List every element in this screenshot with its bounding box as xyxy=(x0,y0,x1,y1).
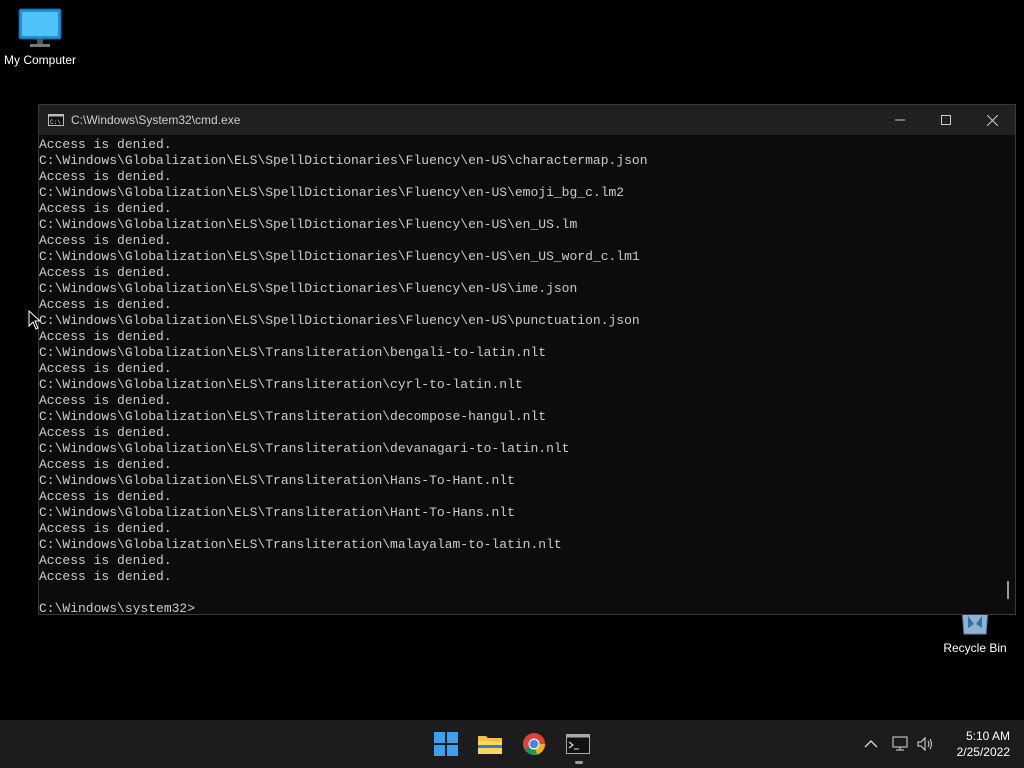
command-prompt-line: C:\Windows\system32> xyxy=(39,601,196,614)
console-line: C:\Windows\Globalization\ELS\SpellDictio… xyxy=(39,281,578,296)
volume-icon xyxy=(917,736,932,752)
close-button[interactable] xyxy=(969,105,1015,135)
svg-text:C:\: C:\ xyxy=(50,119,61,126)
console-line: C:\Windows\Globalization\ELS\Translitera… xyxy=(39,441,570,456)
console-line: Access is denied. xyxy=(39,425,172,440)
file-explorer-button[interactable] xyxy=(474,728,506,760)
taskbar: 5:10 AM 2/25/2022 xyxy=(0,720,1024,768)
console-line: C:\Windows\Globalization\ELS\Translitera… xyxy=(39,345,547,360)
chrome-button[interactable] xyxy=(518,728,550,760)
console-line: C:\Windows\Globalization\ELS\SpellDictio… xyxy=(39,249,640,264)
minimize-button[interactable] xyxy=(877,105,923,135)
console-line: C:\Windows\Globalization\ELS\Translitera… xyxy=(39,505,515,520)
console-line: Access is denied. xyxy=(39,201,172,216)
clock-time: 5:10 AM xyxy=(965,729,1010,743)
window-titlebar[interactable]: C:\ C:\Windows\System32\cmd.exe xyxy=(39,105,1015,135)
console-line: Access is denied. xyxy=(39,169,172,184)
chevron-up-icon xyxy=(864,740,878,748)
mouse-cursor-icon xyxy=(28,309,42,335)
console-line: Access is denied. xyxy=(39,393,172,408)
console-line: C:\Windows\Globalization\ELS\Translitera… xyxy=(39,537,562,552)
network-icon xyxy=(892,736,908,751)
close-icon xyxy=(986,114,998,126)
folder-icon xyxy=(478,736,502,754)
console-line: Access is denied. xyxy=(39,569,172,584)
chrome-icon xyxy=(523,733,545,756)
cmd-app-icon: C:\ xyxy=(48,114,64,126)
windows-logo-icon xyxy=(434,732,458,756)
console-line: Access is denied. xyxy=(39,329,172,344)
desktop-icon-label: Recycle Bin xyxy=(943,641,1007,655)
network-button[interactable] xyxy=(892,720,910,768)
console-line: C:\Windows\Globalization\ELS\Translitera… xyxy=(39,377,523,392)
console-line: C:\Windows\Globalization\ELS\SpellDictio… xyxy=(39,313,640,328)
clock-date: 2/25/2022 xyxy=(956,745,1010,759)
console-line: Access is denied. xyxy=(39,457,172,472)
terminal-icon xyxy=(566,734,590,754)
console-line: Access is denied. xyxy=(39,137,172,152)
console-line: C:\Windows\Globalization\ELS\SpellDictio… xyxy=(39,153,648,168)
volume-button[interactable] xyxy=(917,720,935,768)
maximize-button[interactable] xyxy=(923,105,969,135)
show-hidden-icons-button[interactable] xyxy=(864,720,878,768)
console-line: C:\Windows\Globalization\ELS\Translitera… xyxy=(39,409,547,424)
maximize-icon xyxy=(941,115,951,125)
console-output[interactable]: Access is denied. C:\Windows\Globalizatio… xyxy=(39,135,1001,614)
console-line: C:\Windows\Globalization\ELS\SpellDictio… xyxy=(39,217,578,232)
cmd-window[interactable]: C:\ C:\Windows\System32\cmd.exe Access i… xyxy=(38,104,1016,615)
vertical-scrollbar[interactable] xyxy=(1001,135,1015,614)
desktop-icon-my-computer[interactable]: My Computer xyxy=(0,8,80,67)
console-line: C:\Windows\Globalization\ELS\SpellDictio… xyxy=(39,185,625,200)
console-line: Access is denied. xyxy=(39,297,172,312)
console-line: Access is denied. xyxy=(39,521,172,536)
console-line: Access is denied. xyxy=(39,553,172,568)
console-line: C:\Windows\Globalization\ELS\Translitera… xyxy=(39,473,515,488)
console-line: Access is denied. xyxy=(39,361,172,376)
console-line: Access is denied. xyxy=(39,489,172,504)
desktop-icon-label: My Computer xyxy=(3,53,77,67)
scrollbar-thumb[interactable] xyxy=(1007,581,1009,599)
active-app-indicator xyxy=(575,761,583,764)
clock[interactable]: 5:10 AM 2/25/2022 xyxy=(957,728,1010,760)
minimize-icon xyxy=(895,119,905,121)
monitor-icon xyxy=(18,8,62,51)
start-button[interactable] xyxy=(430,728,462,760)
command-prompt-button[interactable] xyxy=(562,728,594,760)
recycle-bin-icon xyxy=(958,607,992,639)
console-line: Access is denied. xyxy=(39,233,172,248)
window-title: C:\Windows\System32\cmd.exe xyxy=(71,113,241,127)
console-line: Access is denied. xyxy=(39,265,172,280)
